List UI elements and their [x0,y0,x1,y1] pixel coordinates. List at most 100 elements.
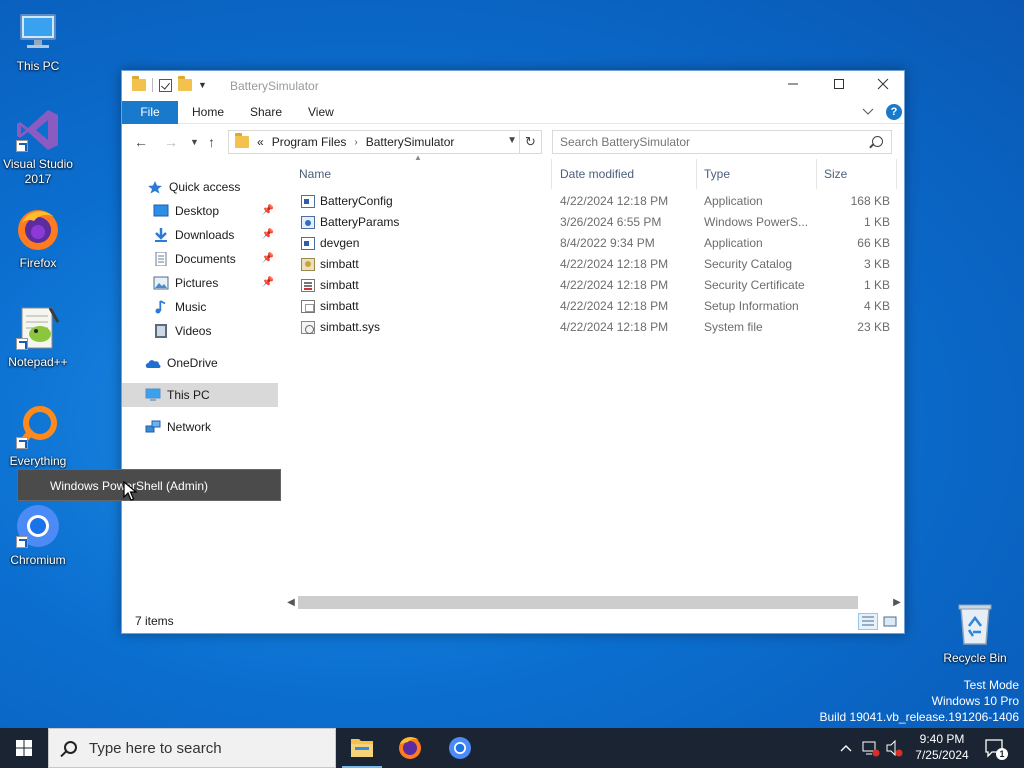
desktop-icon-recycle-bin[interactable]: Recycle Bin [937,600,1013,666]
start-button[interactable] [0,728,48,768]
ribbon-tabs: File Home Share View ? [122,101,904,124]
tab-file[interactable]: File [122,101,178,124]
watermark-line: Test Mode [963,678,1019,692]
nav-item-label: Videos [175,324,212,338]
notification-count: 1 [996,748,1008,760]
file-type: Windows PowerS... [704,215,809,229]
quick-access-toolbar: ▼ [132,76,207,92]
column-header-size[interactable]: Size [817,159,897,189]
minimize-button[interactable] [770,71,816,101]
pictures-icon [153,276,169,290]
file-row[interactable]: BatteryConfig 4/22/2024 12:18 PM Applica… [292,191,900,212]
network-icon [145,420,161,433]
file-row[interactable]: BatteryParams 3/26/2024 6:55 PM Windows … [292,212,900,233]
watermark-line: Build 19041.vb_release.191206-1406 [819,710,1020,724]
nav-item-label: Downloads [175,228,235,242]
file-row[interactable]: simbatt.sys 4/22/2024 12:18 PM System fi… [292,317,900,338]
nav-item-videos[interactable]: Videos [122,319,278,343]
help-icon[interactable]: ? [886,104,902,120]
maximize-button[interactable] [816,71,862,101]
refresh-icon[interactable]: ↻ [519,131,541,153]
system-clock[interactable]: 9:40 PM 7/25/2024 [896,731,988,763]
column-header-name[interactable]: Name [292,159,552,189]
nav-item-desktop[interactable]: Desktop 📌 [122,199,278,223]
expand-ribbon-chevron-down-icon[interactable] [862,108,874,116]
firefox-icon [14,205,62,253]
nav-item-pictures[interactable]: Pictures 📌 [122,271,278,295]
network-status-icon[interactable] [860,728,880,768]
taskbar-search-box[interactable]: Type here to search [48,728,336,768]
breadcrumb-battery-simulator[interactable]: BatterySimulator [366,135,455,149]
taskbar-firefox[interactable] [386,728,434,768]
file-date: 4/22/2024 12:18 PM [560,299,669,313]
desktop-icon-label: Visual Studio 2017 [3,157,73,186]
desktop-icon-notepad-plus-plus[interactable]: Notepad++ [0,304,76,370]
nav-item-quick-access[interactable]: Quick access [122,175,278,199]
application-icon [301,195,315,208]
address-bar[interactable]: « Program Files › BatterySimulator ▼ ↻ [228,130,542,154]
column-header-type[interactable]: Type [697,159,817,189]
column-header-date-modified[interactable]: Date modified [553,159,697,189]
desktop-icon-label: Firefox [19,256,57,270]
file-name: simbatt [320,299,359,313]
back-arrow-icon[interactable]: ← [134,134,148,150]
search-input[interactable] [553,131,853,153]
properties-check-icon[interactable] [159,78,172,92]
file-date: 4/22/2024 12:18 PM [560,194,669,208]
desktop-icon-visual-studio[interactable]: Visual Studio 2017 [0,106,76,187]
desktop-icon-chromium[interactable]: Chromium [0,502,76,568]
action-center-button[interactable]: 1 [980,728,1010,768]
large-icons-view-icon[interactable] [880,613,900,630]
star-icon [148,181,162,194]
breadcrumb-overflow[interactable]: « [257,135,264,149]
desktop-icon-everything[interactable]: Everything [0,403,76,469]
up-arrow-icon[interactable]: ↑ [208,134,215,150]
file-explorer-folder-icon [351,739,373,757]
file-name: simbatt [320,278,359,292]
file-name: BatteryConfig [320,194,393,208]
tab-share[interactable]: Share [236,101,296,124]
close-button[interactable] [860,71,906,101]
file-date: 4/22/2024 12:18 PM [560,257,669,271]
nav-item-network[interactable]: Network [122,415,278,439]
nav-item-onedrive[interactable]: OneDrive [122,351,278,375]
recent-locations-chevron-down-icon[interactable]: ▼ [190,137,199,147]
file-date: 8/4/2022 9:34 PM [560,236,655,250]
tab-home[interactable]: Home [178,101,238,124]
search-box[interactable] [552,130,892,154]
pin-icon: 📌 [261,253,274,264]
breadcrumb-chevron-right-icon[interactable]: › [354,137,357,148]
desktop-icon-this-pc[interactable]: This PC [0,8,76,74]
nav-item-downloads[interactable]: Downloads 📌 [122,223,278,247]
taskbar-chromium[interactable] [436,728,484,768]
show-hidden-icons-chevron-up-icon[interactable] [838,728,854,768]
file-row[interactable]: simbatt 4/22/2024 12:18 PM Setup Informa… [292,296,900,317]
file-name: BatteryParams [320,215,400,229]
file-row[interactable]: simbatt 4/22/2024 12:18 PM Security Cert… [292,275,900,296]
desktop-icon-firefox[interactable]: Firefox [0,205,76,271]
breadcrumb-program-files[interactable]: Program Files [272,135,347,149]
address-history-chevron-down-icon[interactable]: ▼ [507,135,517,146]
nav-item-music[interactable]: Music [122,295,278,319]
file-size: 66 KB [857,236,890,250]
chromium-icon [449,737,471,759]
search-icon[interactable] [872,136,883,147]
maximize-icon [834,79,844,89]
taskbar-file-explorer[interactable] [338,728,386,768]
file-type: Application [704,236,763,250]
file-row[interactable]: devgen 8/4/2022 9:34 PM Application 66 K… [292,233,900,254]
tooltip: Windows PowerShell (Admin) [17,469,281,501]
nav-item-this-pc[interactable]: This PC [122,383,278,407]
customize-toolbar-chevron-down-icon[interactable]: ▼ [198,80,207,90]
new-folder-icon[interactable] [178,76,192,91]
this-pc-icon [14,8,62,56]
taskbar-search-placeholder: Type here to search [89,740,222,757]
file-row[interactable]: simbatt 4/22/2024 12:18 PM Security Cata… [292,254,900,275]
tab-view[interactable]: View [294,101,348,124]
forward-arrow-icon[interactable]: → [164,134,178,150]
file-list: ▲ Name Date modified Type Size BatteryCo… [292,153,904,589]
details-view-icon[interactable] [858,613,878,630]
nav-item-documents[interactable]: Documents 📌 [122,247,278,271]
file-type: Security Certificate [704,278,805,292]
scrollbar-thumb[interactable] [298,596,858,609]
